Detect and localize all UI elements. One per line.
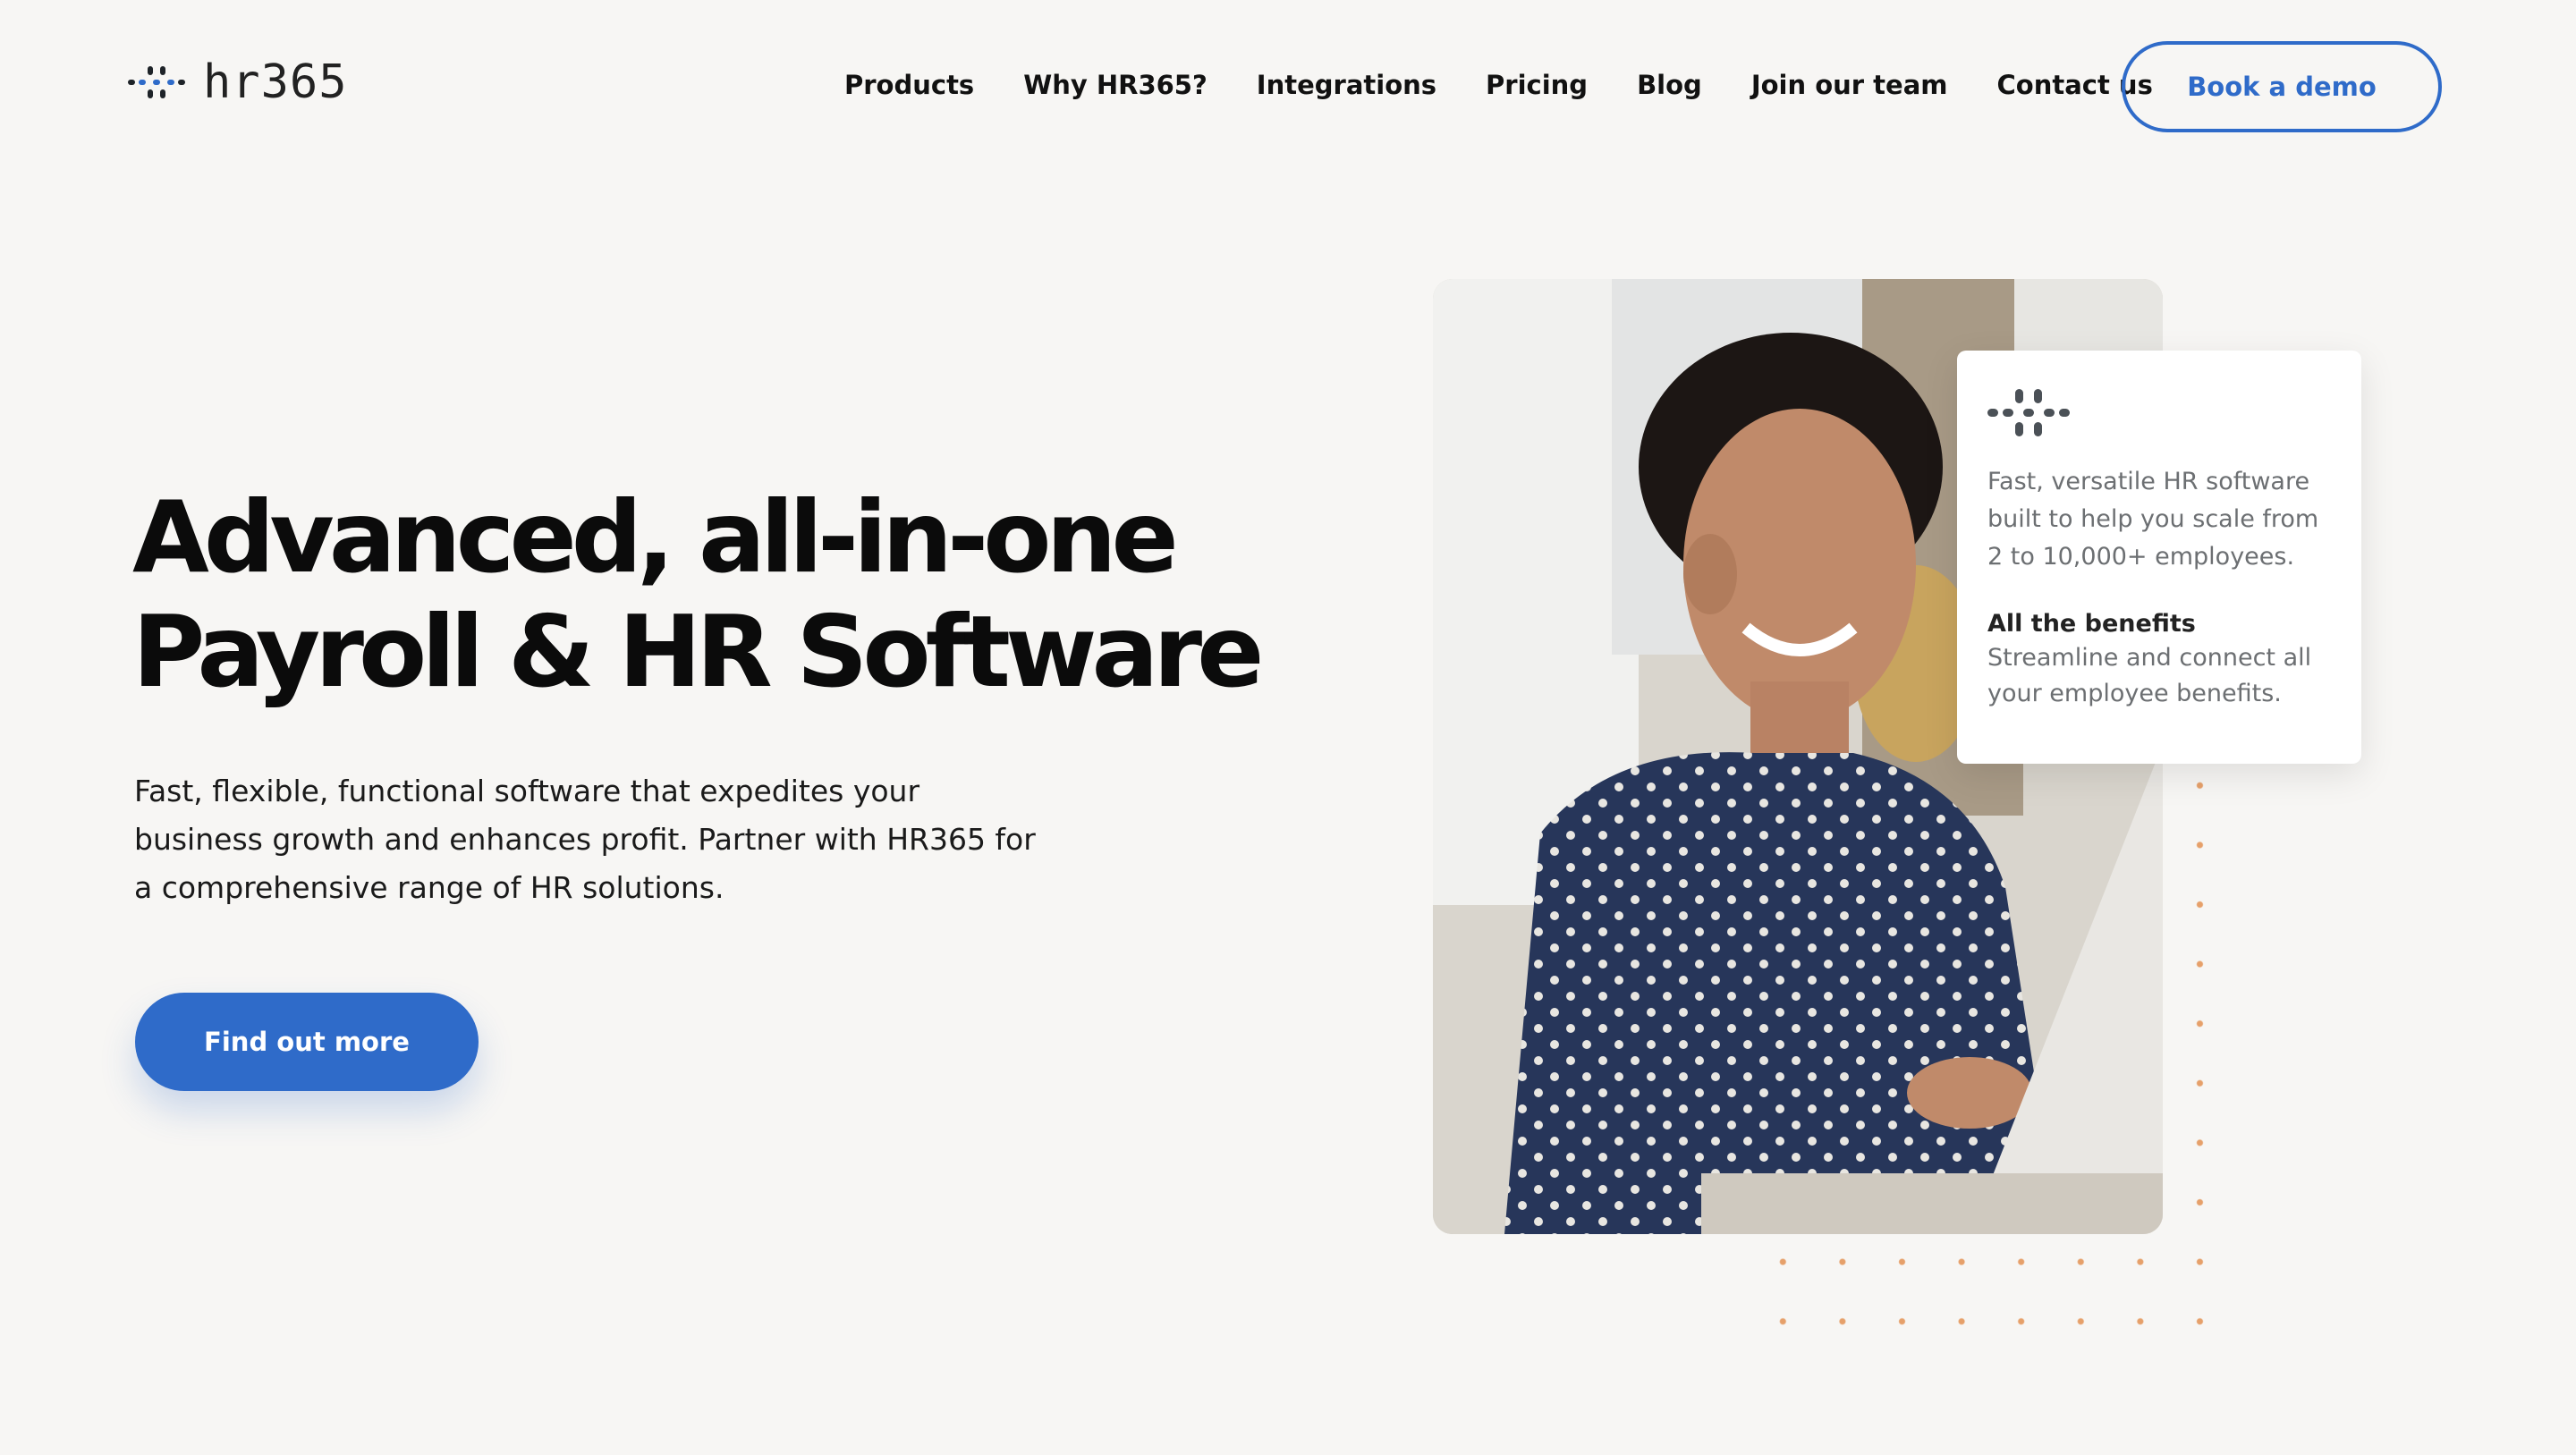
hero-title-line-1: Advanced, all-in-one [132, 480, 1179, 596]
nav-join-our-team[interactable]: Join our team [1751, 64, 1948, 106]
feature-card: Fast, versatile HR software built to hel… [1957, 351, 2361, 764]
logo-text: hr365 [203, 55, 348, 109]
page: hr365 Products Why HR365? Integrations P… [0, 0, 2576, 1455]
card-heading: All the benefits [1987, 610, 2196, 638]
find-out-more-button[interactable]: Find out more [135, 993, 479, 1091]
nav-products[interactable]: Products [844, 64, 974, 106]
nav-pricing[interactable]: Pricing [1486, 64, 1588, 106]
hr365-logo-icon [128, 66, 185, 98]
book-demo-button[interactable]: Book a demo [2122, 41, 2442, 132]
nav-why-hr365[interactable]: Why HR365? [1023, 64, 1208, 106]
hero-title-line-2: Payroll & HR Software [132, 595, 1264, 710]
hero-title: Advanced, all-in-one Payroll & HR Softwa… [132, 480, 1264, 710]
nav-blog[interactable]: Blog [1637, 64, 1702, 106]
hero-description: Fast, flexible, functional software that… [134, 774, 1036, 905]
card-description: Fast, versatile HR software built to hel… [1987, 468, 2319, 571]
main-nav: Products Why HR365? Integrations Pricing… [844, 64, 2153, 106]
nav-integrations[interactable]: Integrations [1257, 64, 1436, 106]
card-subtext: Streamline and connect all your employee… [1987, 644, 2312, 707]
hr365-logo-icon [1987, 389, 2070, 436]
hr365-logo[interactable]: hr365 [128, 55, 348, 109]
